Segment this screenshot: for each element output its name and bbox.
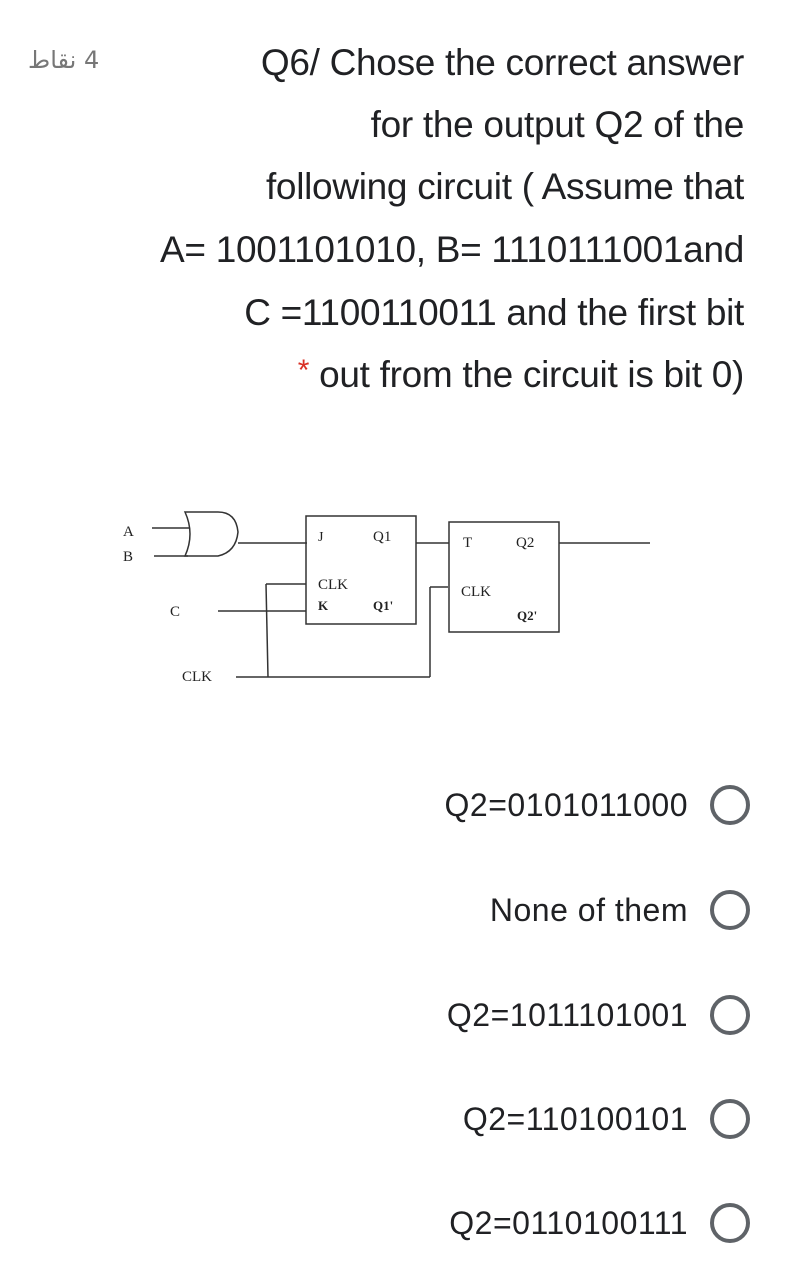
question-line-3: following circuit ( Assume that xyxy=(265,166,744,207)
question-line-6: out from the circuit is bit 0) xyxy=(319,354,744,395)
option-3[interactable]: Q2=1011101001 xyxy=(447,985,750,1045)
option-label: Q2=110100101 xyxy=(462,1100,688,1137)
circuit-diagram: A B C CLK J Q1 CLK K Q1' T Q2 CLK Q2' xyxy=(123,511,650,685)
label-c: C xyxy=(170,604,180,620)
ff2-t: T xyxy=(463,535,472,551)
question-line-2: for the output Q2 of the xyxy=(370,104,745,145)
option-label: None of them xyxy=(489,891,688,928)
option-5[interactable]: Q2=0110100111 xyxy=(449,1193,750,1253)
label-clk: CLK xyxy=(182,669,212,685)
question-line-1: Q6/ Chose the correct answer xyxy=(260,42,744,83)
ff1-k: K xyxy=(318,598,329,613)
radio-button[interactable] xyxy=(710,785,750,825)
ff2-clk: CLK xyxy=(461,584,491,600)
question-line-4: A= 1001101010, B= 1110111001and xyxy=(160,229,744,270)
radio-button[interactable] xyxy=(710,1099,750,1139)
ff2-q: Q2 xyxy=(516,535,534,551)
ff1-qn: Q1' xyxy=(373,598,393,613)
ff1-clk: CLK xyxy=(318,577,348,593)
option-label: Q2=0110100111 xyxy=(449,1204,688,1241)
required-asterisk: * xyxy=(297,354,310,387)
points-label: 4 نقاط xyxy=(28,46,100,74)
question-line-5: C =1100110011 and the first bit xyxy=(244,292,744,333)
option-label: Q2=1011101001 xyxy=(446,996,688,1033)
option-1[interactable]: Q2=0101011000 xyxy=(445,775,750,835)
or-gate xyxy=(183,511,239,557)
question-line-6-wrap: * out from the circuit is bit 0) xyxy=(297,354,745,396)
ff1-q: Q1 xyxy=(373,529,391,545)
radio-button[interactable] xyxy=(710,890,750,930)
radio-button[interactable] xyxy=(710,995,750,1035)
radio-button[interactable] xyxy=(710,1203,750,1243)
option-4[interactable]: Q2=110100101 xyxy=(463,1089,750,1149)
label-a: A xyxy=(123,524,134,540)
ff2-qn: Q2' xyxy=(517,608,537,623)
label-b: B xyxy=(123,549,133,565)
option-2[interactable]: None of them xyxy=(490,880,750,940)
ff1-j: J xyxy=(318,530,324,545)
option-label: Q2=0101011000 xyxy=(444,786,688,823)
